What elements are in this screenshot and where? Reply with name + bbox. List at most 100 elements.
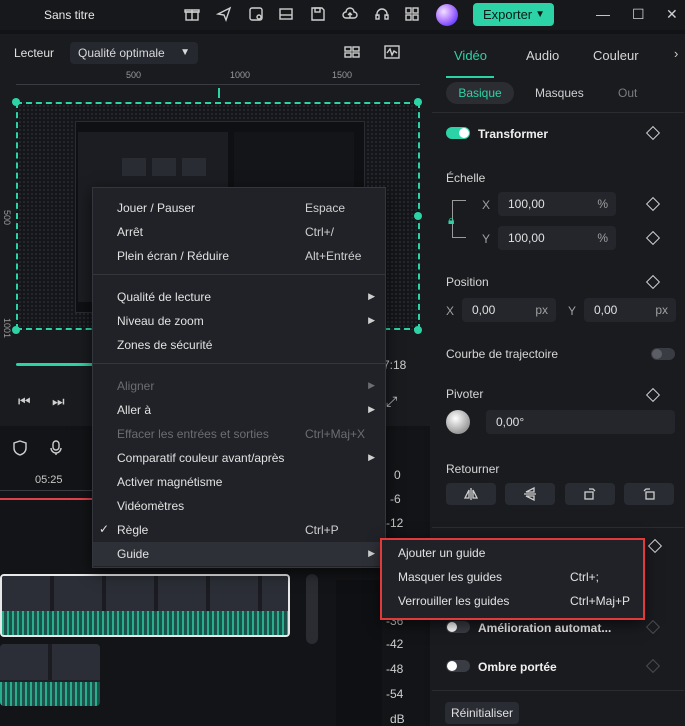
rotate-left-button[interactable] — [624, 483, 674, 505]
send-icon[interactable] — [215, 6, 232, 23]
waveform-icon[interactable] — [384, 44, 400, 60]
close-icon[interactable]: ✕ — [666, 6, 678, 23]
menu-item-safe-zones[interactable]: Zones de sécurité — [93, 333, 385, 357]
position-x-label: X — [446, 304, 455, 318]
cloud-upload-icon[interactable] — [342, 6, 358, 22]
submenu-arrow-icon: ▶ — [368, 548, 375, 558]
menu-item-ruler[interactable]: ✓ Règle Ctrl+P — [93, 518, 385, 542]
scale-x-value: 100,00 — [508, 197, 545, 211]
resize-handle[interactable] — [414, 326, 422, 334]
project-title: Sans titre — [44, 8, 95, 22]
drop-shadow-toggle[interactable] — [446, 660, 470, 672]
menu-item-fullscreen[interactable]: Plein écran / Réduire Alt+Entrée — [93, 244, 385, 268]
media-icon[interactable] — [248, 6, 264, 22]
gift-icon[interactable] — [184, 6, 200, 22]
tab-color[interactable]: Couleur — [593, 48, 639, 63]
menu-item-go-to[interactable]: Aller à ▶ — [93, 398, 385, 422]
menu-item-play-pause[interactable]: Jouer / Pauser Espace — [93, 196, 385, 220]
menu-item-align[interactable]: Aligner ▶ — [93, 374, 385, 398]
position-x-unit: px — [535, 303, 548, 317]
ruler-tick: 1500 — [332, 70, 353, 80]
grid-icon[interactable] — [404, 6, 420, 22]
position-x-field[interactable]: 0,00 px — [462, 298, 556, 322]
previous-frame-icon[interactable]: ⏮ — [18, 393, 31, 410]
shield-icon[interactable] — [12, 440, 28, 456]
position-y-field[interactable]: 0,00 px — [584, 298, 676, 322]
lock-icon[interactable]: 🔒︎ — [448, 213, 454, 228]
multi-view-icon[interactable] — [344, 44, 360, 60]
scale-x-field[interactable]: 100,00% — [498, 192, 616, 216]
tab-video[interactable]: Vidéo — [454, 48, 487, 63]
layout-icon[interactable] — [278, 6, 294, 22]
drop-shadow-label: Ombre portée — [478, 660, 557, 674]
checkmark-icon: ✓ — [99, 522, 110, 536]
auto-enhance-toggle[interactable] — [446, 621, 470, 633]
scale-x-unit: % — [597, 197, 608, 211]
highlight-box — [380, 538, 645, 620]
headset-icon[interactable] — [374, 6, 390, 22]
timeline-scrollbar[interactable] — [306, 574, 318, 644]
menu-item-clear-in-out[interactable]: Effacer les entrées et sorties Ctrl+Maj+X — [93, 422, 385, 446]
menu-item-guide[interactable]: Guide ▶ — [93, 542, 385, 566]
reset-button[interactable]: Réinitialiser — [445, 702, 519, 724]
rotate-label: Pivoter — [446, 387, 484, 401]
divider — [432, 112, 684, 113]
resize-handle[interactable] — [414, 212, 422, 220]
maximize-icon[interactable]: ☐ — [632, 6, 645, 23]
rotate-right-button[interactable] — [565, 483, 615, 505]
scale-y-label: Y — [482, 232, 491, 246]
minimize-icon[interactable]: — — [596, 6, 610, 22]
quality-select[interactable]: Qualité optimale ▼ — [70, 42, 198, 64]
timeline-ruler — [0, 490, 92, 491]
menu-item-zoom-level[interactable]: Niveau de zoom ▶ — [93, 309, 385, 333]
flip-horizontal-button[interactable] — [446, 483, 496, 505]
rotate-dial[interactable] — [446, 410, 470, 434]
chevron-right-icon[interactable]: › — [674, 46, 678, 61]
menu-divider — [93, 274, 385, 275]
export-label: Exporter — [483, 7, 533, 22]
resize-handle[interactable] — [12, 326, 20, 334]
menu-divider — [93, 363, 385, 364]
fullscreen-icon[interactable]: ⤢ — [386, 393, 397, 410]
subtab-out[interactable]: Out — [618, 82, 637, 104]
path-curve-toggle[interactable] — [651, 348, 675, 360]
player-time: 7:18 — [383, 358, 407, 372]
microphone-icon[interactable] — [48, 440, 64, 456]
submenu-arrow-icon: ▶ — [368, 404, 375, 414]
menu-item-playback-quality[interactable]: Qualité de lecture ▶ — [93, 285, 385, 309]
guide-marker[interactable] — [218, 88, 220, 98]
video-clip[interactable] — [0, 574, 290, 637]
video-clip[interactable] — [0, 644, 100, 706]
menu-item-snapping[interactable]: Activer magnétisme — [93, 470, 385, 494]
position-y-value: 0,00 — [594, 303, 618, 317]
resize-handle[interactable] — [414, 98, 422, 106]
menu-item-video-scopes[interactable]: Vidéomètres — [93, 494, 385, 518]
menu-item-color-compare[interactable]: Comparatif couleur avant/après ▶ — [93, 446, 385, 470]
quality-value: Qualité optimale — [78, 46, 165, 60]
chevron-down-icon: ▼ — [180, 47, 190, 58]
flip-vertical-button[interactable] — [505, 483, 555, 505]
next-frame-icon[interactable]: ⏭ — [52, 393, 65, 410]
user-avatar[interactable] — [436, 4, 458, 26]
submenu-arrow-icon: ▶ — [368, 452, 375, 462]
save-icon[interactable] — [310, 6, 326, 22]
player-label: Lecteur — [14, 46, 55, 60]
subtab-basic[interactable]: Basique — [446, 82, 514, 104]
tab-audio[interactable]: Audio — [526, 48, 559, 63]
menu-item-stop[interactable]: Arrêt Ctrl+/ — [93, 220, 385, 244]
resize-handle[interactable] — [12, 98, 20, 106]
timeline-time-marker: 05:25 — [35, 474, 63, 486]
playhead-line[interactable] — [0, 498, 92, 500]
scale-y-field[interactable]: 100,00% — [498, 226, 616, 250]
rotate-field[interactable]: 0,00° — [486, 410, 675, 434]
active-tab-indicator — [446, 76, 494, 78]
scale-y-unit: % — [597, 231, 608, 245]
audio-meter — [336, 580, 382, 726]
position-label: Position — [446, 275, 489, 289]
export-button[interactable]: Exporter ▼ — [473, 3, 554, 26]
chevron-down-icon: ▼ — [535, 9, 545, 20]
transform-toggle[interactable] — [446, 127, 470, 139]
scale-x-label: X — [482, 198, 491, 212]
subtab-masks[interactable]: Masques — [535, 82, 584, 104]
side-ruler-tick: 500 — [2, 210, 12, 226]
